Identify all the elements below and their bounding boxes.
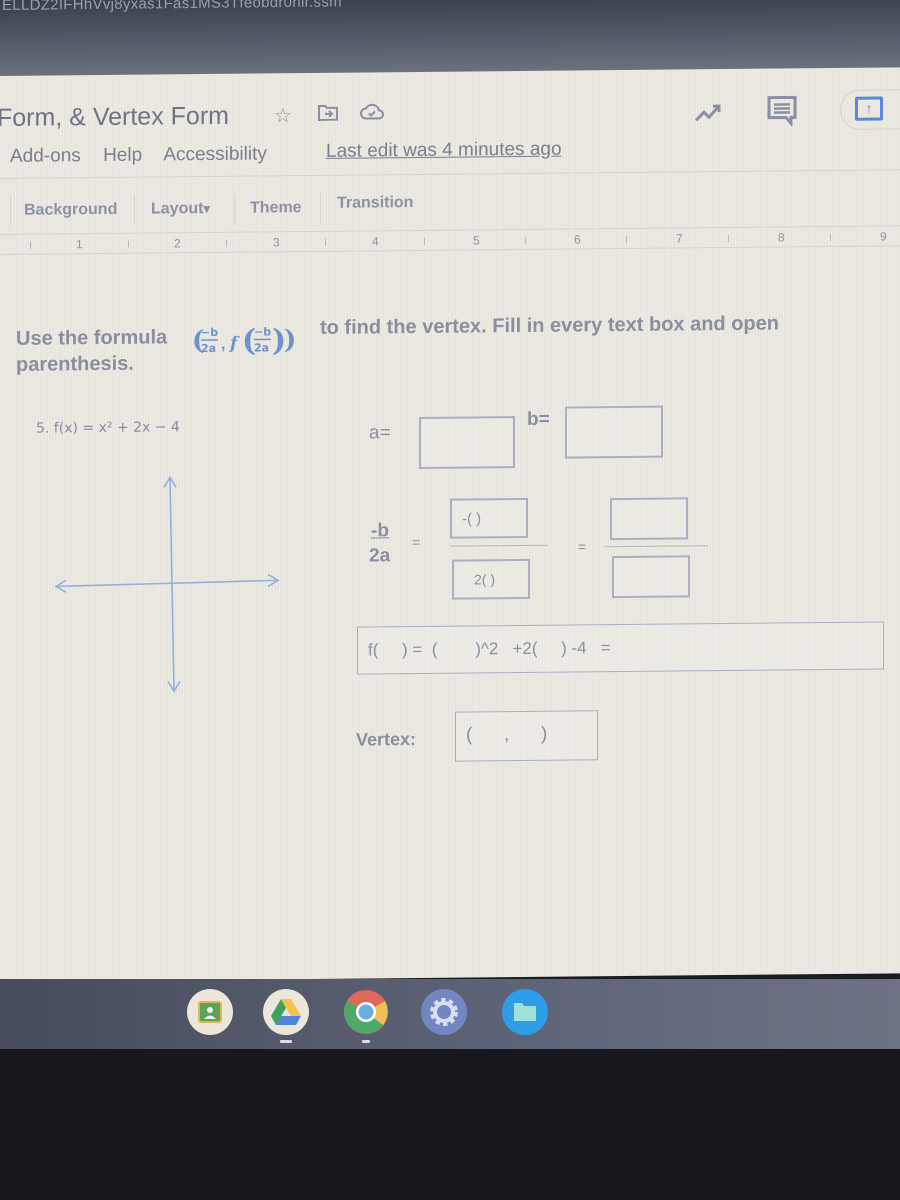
ruler-number: 6 xyxy=(574,232,581,247)
ruler-tick xyxy=(325,238,326,246)
ruler-number: 3 xyxy=(273,235,280,250)
ruler-tick xyxy=(226,239,227,247)
neg-b-label: -b xyxy=(371,520,389,542)
ruler-tick xyxy=(525,236,526,244)
url-text[interactable]: ELLDZ2IFHhVvj8yxas1Fas1MS3Tfeobdr0nlr.ss… xyxy=(2,0,342,14)
result-denominator-box[interactable] xyxy=(612,555,690,599)
function-evaluation-template: f( ) = ( )^2 +2( ) -4 = xyxy=(368,638,611,660)
svg-text:f: f xyxy=(229,334,240,354)
ruler-tick xyxy=(30,241,31,249)
drive-running-indicator xyxy=(280,1040,292,1043)
denominator-input-box[interactable]: 2( ) xyxy=(452,558,530,600)
fraction-line xyxy=(605,545,708,548)
toolbar-separator xyxy=(234,193,235,224)
toolbar-separator xyxy=(134,194,135,225)
comments-icon[interactable] xyxy=(766,94,798,128)
b-input-box[interactable] xyxy=(565,405,663,459)
ruler-tick xyxy=(728,235,729,243)
chevron-down-icon: ▾ xyxy=(203,200,210,217)
layout-label: Layout xyxy=(151,200,204,218)
chrome-icon[interactable] xyxy=(343,989,389,1035)
coordinate-axes[interactable] xyxy=(50,468,280,700)
result-numerator-box[interactable] xyxy=(610,497,688,541)
instruction-text[interactable]: Use the formula ( −b 2a , f ( −b 2a ) ) … xyxy=(16,313,896,376)
background-button[interactable]: Background xyxy=(24,201,117,220)
svg-text:−b: −b xyxy=(254,325,271,338)
numerator-template: -( ) xyxy=(462,510,482,528)
explore-icon[interactable] xyxy=(694,103,728,123)
toolbar-separator xyxy=(10,195,11,226)
move-to-folder-icon[interactable] xyxy=(318,103,340,125)
present-icon: ↑ xyxy=(855,96,883,121)
denominator-template: 2( ) xyxy=(474,571,495,588)
menu-add-ons[interactable]: Add-ons xyxy=(10,145,81,167)
svg-text:−b: −b xyxy=(201,326,218,339)
menu-help[interactable]: Help xyxy=(103,145,142,166)
classroom-icon[interactable] xyxy=(187,989,233,1035)
screen-bezel xyxy=(0,1049,900,1200)
last-edit-link[interactable]: Last edit was 4 minutes ago xyxy=(326,139,562,163)
problem-equation[interactable]: 5. f(x) = x² + 2x − 4 xyxy=(36,419,180,436)
cloud-saved-icon[interactable] xyxy=(360,102,384,124)
transition-button[interactable]: Transition xyxy=(337,194,413,213)
ruler-number: 1 xyxy=(76,237,83,252)
svg-text:): ) xyxy=(284,325,296,355)
equals-sign: = xyxy=(578,538,587,555)
equals-sign: = xyxy=(412,533,421,551)
drive-icon[interactable] xyxy=(263,989,309,1035)
instruction-part2: to find the vertex. Fill in every text b… xyxy=(320,312,779,339)
layout-button[interactable]: Layout▾ xyxy=(151,200,210,219)
vertex-input-box[interactable]: ( , ) xyxy=(455,710,598,762)
svg-text:,: , xyxy=(221,336,225,353)
instruction-part1: Use the formula xyxy=(16,326,168,350)
theme-button[interactable]: Theme xyxy=(250,199,302,217)
ruler-tick xyxy=(626,235,627,243)
two-a-label: 2a xyxy=(369,545,391,567)
ruler-tick xyxy=(424,237,425,245)
svg-text:2a: 2a xyxy=(201,342,216,355)
ruler-number: 4 xyxy=(372,234,379,249)
settings-gear-icon[interactable] xyxy=(421,989,467,1035)
present-button[interactable]: ↑ xyxy=(840,89,900,130)
b-label: b= xyxy=(527,408,550,430)
vertex-template: ( , ) xyxy=(466,723,548,746)
toolbar-separator xyxy=(320,192,321,223)
menu-bar: Add-ons Help Accessibility xyxy=(10,143,284,168)
fraction-line xyxy=(450,544,548,547)
function-evaluation-box[interactable]: f( ) = ( )^2 +2( ) -4 = xyxy=(357,621,884,675)
files-folder-icon[interactable] xyxy=(502,989,548,1035)
header-divider xyxy=(0,169,900,179)
slides-app-window: Form, & Vertex Form ☆ Add-ons Help Acces… xyxy=(0,67,900,982)
chrome-running-indicator xyxy=(362,1040,370,1043)
star-icon[interactable]: ☆ xyxy=(274,103,296,127)
document-title[interactable]: Form, & Vertex Form xyxy=(0,102,229,133)
vertex-formula-image: ( −b 2a , f ( −b 2a ) ) xyxy=(192,321,322,371)
x-axis-line xyxy=(55,579,279,588)
ruler-tick xyxy=(830,234,831,242)
numerator-input-box[interactable]: -( ) xyxy=(450,497,528,539)
ruler-number: 8 xyxy=(778,230,785,245)
ruler-number: 9 xyxy=(880,229,887,244)
chromeos-shelf xyxy=(0,979,900,1049)
ruler-number: 2 xyxy=(174,236,181,251)
a-label: a= xyxy=(369,422,391,444)
svg-text:2a: 2a xyxy=(254,341,269,354)
ruler-tick xyxy=(128,240,129,248)
ruler-number: 7 xyxy=(676,231,683,246)
ruler-number: 5 xyxy=(473,233,480,248)
y-axis-line xyxy=(169,477,175,692)
instruction-part3: parenthesis. xyxy=(16,352,134,376)
menu-accessibility[interactable]: Accessibility xyxy=(163,143,266,165)
a-input-box[interactable] xyxy=(419,416,515,469)
vertex-label: Vertex: xyxy=(356,729,417,750)
